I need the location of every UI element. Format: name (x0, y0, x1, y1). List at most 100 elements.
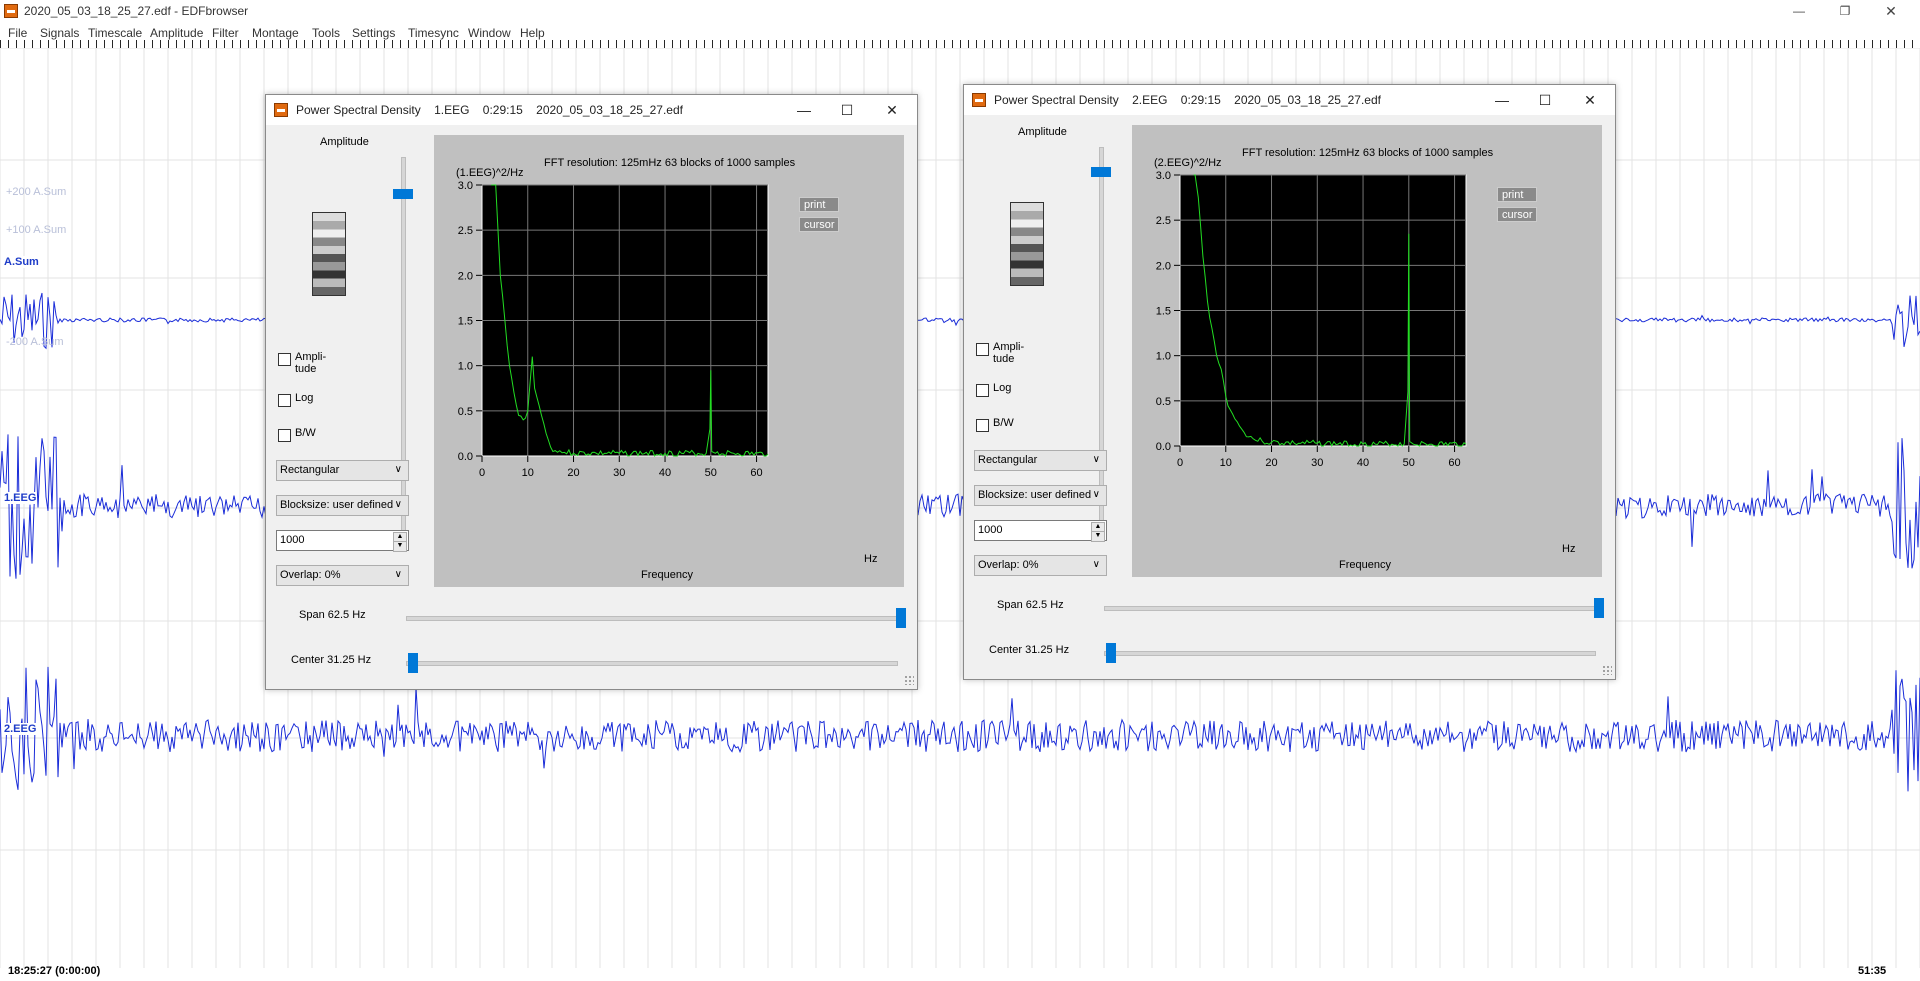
dialog-minimize-button[interactable]: — (790, 99, 818, 121)
channel-label-asum[interactable]: A.Sum (4, 256, 39, 268)
print-button[interactable]: print (799, 197, 839, 212)
close-button[interactable]: ✕ (1868, 0, 1914, 22)
menu-filter[interactable]: Filter (212, 26, 239, 40)
window-function-select[interactable]: Rectangular ∨ (974, 450, 1107, 471)
span-label: Span 62.5 Hz (997, 599, 1064, 611)
cursor-button[interactable]: cursor (799, 217, 839, 232)
y-tick-label: 0.0 (1156, 441, 1171, 453)
spinbox-value: 1000 (280, 534, 305, 546)
center-slider-track[interactable] (406, 661, 898, 666)
menu-timescale[interactable]: Timescale (88, 26, 142, 40)
amplitude-slider-track[interactable] (401, 157, 406, 547)
span-slider-handle[interactable] (1594, 598, 1604, 618)
dialog-app-icon (274, 103, 288, 117)
resize-grip[interactable] (1602, 665, 1612, 675)
time-end: 51:35 (1858, 965, 1887, 977)
dialog-close-button[interactable]: ✕ (878, 99, 906, 121)
plot-xunit: Hz (1562, 543, 1576, 555)
psd-plot-area: (1.EEG)^2/Hz FFT resolution: 125mHz 63 b… (434, 135, 904, 587)
cursor-button[interactable]: cursor (1497, 207, 1537, 222)
window-title: 2020_05_03_18_25_27.edf - EDFbrowser (24, 4, 249, 18)
menu-montage[interactable]: Montage (252, 26, 299, 40)
menu-window[interactable]: Window (468, 26, 511, 40)
dialog-title: Power Spectral Density 2.EEG 0:29:15 202… (994, 93, 1391, 107)
center-slider-track[interactable] (1104, 651, 1596, 656)
window-function-select[interactable]: Rectangular ∨ (276, 460, 409, 481)
chevron-down-icon: ∨ (1092, 454, 1100, 465)
dialog-title-bar[interactable]: Power Spectral Density 1.EEG 0:29:15 202… (266, 95, 917, 125)
y-tick-label: 0.5 (1156, 396, 1171, 408)
plot-xlabel: Frequency (641, 569, 693, 581)
menu-help[interactable]: Help (520, 26, 545, 40)
menu-timesync[interactable]: Timesync (408, 26, 459, 40)
y-tick-label: 2.0 (1156, 260, 1171, 272)
dialog-app-icon (972, 93, 986, 107)
dialog-title-file: 2020_05_03_18_25_27.edf (1234, 93, 1381, 107)
amplitude-label: Amplitude (1018, 126, 1067, 138)
app-icon (4, 4, 18, 18)
log-checkbox-box[interactable] (278, 394, 291, 407)
resize-grip[interactable] (904, 675, 914, 685)
channel-label-1eeg[interactable]: 1.EEG (4, 492, 37, 504)
blocksize-spinbox[interactable]: 1000 ▲ ▼ (276, 530, 409, 552)
amplitude-checkbox-box[interactable] (976, 343, 989, 356)
center-slider-handle[interactable] (1106, 643, 1116, 663)
print-button[interactable]: print (1497, 187, 1537, 202)
span-slider-handle[interactable] (896, 608, 906, 628)
y-tick-label: 3.0 (1156, 170, 1171, 182)
dialog-title-signal: 2.EEG (1132, 93, 1168, 107)
x-tick-label: 50 (1403, 457, 1415, 469)
spin-down-icon[interactable]: ▼ (1091, 531, 1105, 542)
chevron-down-icon: ∨ (394, 499, 402, 510)
restore-button[interactable]: ❐ (1822, 0, 1868, 22)
y-tick-label: 2.0 (458, 270, 473, 282)
center-label: Center 31.25 Hz (291, 654, 372, 666)
checkbox-label: tude (993, 353, 1015, 365)
menu-settings[interactable]: Settings (352, 26, 395, 40)
dialog-title-type: Power Spectral Density (296, 103, 421, 117)
menu-amplitude[interactable]: Amplitude (150, 26, 203, 40)
blocksize-select[interactable]: Blocksize: user defined ∨ (276, 495, 409, 516)
psd-plot-area: (2.EEG)^2/Hz FFT resolution: 125mHz 63 b… (1132, 125, 1602, 577)
center-slider-handle[interactable] (408, 653, 418, 673)
bw-checkbox-box[interactable] (278, 429, 291, 442)
dialog-title-bar[interactable]: Power Spectral Density 2.EEG 0:29:15 202… (964, 85, 1615, 115)
dialog-maximize-button[interactable]: ☐ (1531, 89, 1559, 111)
y-tick-label: 3.0 (458, 180, 473, 192)
plot-xunit: Hz (864, 553, 878, 565)
blocksize-spinbox[interactable]: 1000 ▲ ▼ (974, 520, 1107, 542)
spin-down-icon[interactable]: ▼ (393, 541, 407, 552)
span-slider-track[interactable] (1104, 606, 1596, 611)
chevron-down-icon: ∨ (394, 464, 402, 475)
dialog-close-button[interactable]: ✕ (1576, 89, 1604, 111)
select-value: Overlap: 0% (978, 559, 1039, 571)
dialog-title-time: 0:29:15 (482, 103, 523, 117)
x-tick-label: 10 (522, 467, 534, 479)
chevron-down-icon: ∨ (1092, 489, 1100, 500)
dialog-title-type: Power Spectral Density (994, 93, 1119, 107)
amplitude-slider-handle[interactable] (393, 189, 413, 199)
menu-signals[interactable]: Signals (40, 26, 79, 40)
minimize-button[interactable]: — (1776, 0, 1822, 22)
menu-file[interactable]: File (8, 26, 27, 40)
bw-checkbox-box[interactable] (976, 419, 989, 432)
span-label: Span 62.5 Hz (299, 609, 366, 621)
channel-label-2eeg[interactable]: 2.EEG (4, 723, 37, 735)
amplitude-colorbar (312, 212, 346, 296)
checkbox-label: tude (295, 363, 317, 375)
amplitude-slider-handle[interactable] (1091, 167, 1111, 177)
asum-amp-bottom: -200 A.Sum (6, 336, 64, 348)
blocksize-select[interactable]: Blocksize: user defined ∨ (974, 485, 1107, 506)
span-slider-track[interactable] (406, 616, 898, 621)
amplitude-checkbox-box[interactable] (278, 353, 291, 366)
log-checkbox-box[interactable] (976, 384, 989, 397)
amplitude-colorbar (1010, 202, 1044, 286)
checkbox-label: Ampli- (993, 341, 1025, 353)
checkbox-label: Ampli- (295, 351, 327, 363)
menu-tools[interactable]: Tools (312, 26, 340, 40)
dialog-maximize-button[interactable]: ☐ (833, 99, 861, 121)
dialog-minimize-button[interactable]: — (1488, 89, 1516, 111)
overlap-select[interactable]: Overlap: 0% ∨ (276, 565, 409, 586)
overlap-select[interactable]: Overlap: 0% ∨ (974, 555, 1107, 576)
x-tick-label: 60 (750, 467, 762, 479)
